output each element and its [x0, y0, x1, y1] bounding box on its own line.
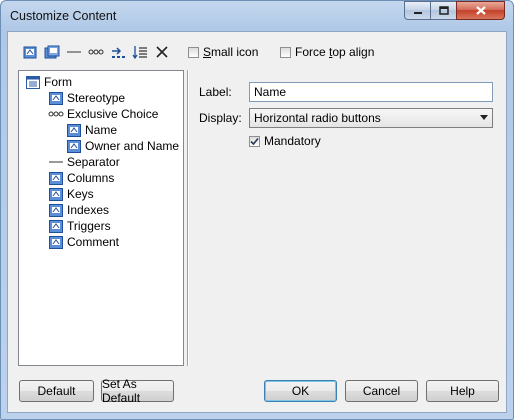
chevron-down-icon — [480, 115, 488, 120]
display-caption: Display: — [199, 111, 242, 125]
tree-item-owner-and-name[interactable]: Owner and Name — [66, 138, 179, 154]
minimize-icon — [413, 11, 422, 14]
set-as-default-button[interactable]: Set As Default — [101, 377, 174, 405]
tree-item-label: Stereotype — [67, 91, 126, 105]
delete-tool[interactable] — [152, 42, 172, 62]
attribute-icon — [48, 218, 64, 234]
add-separator-tool[interactable] — [64, 42, 84, 62]
attribute-icon — [48, 186, 64, 202]
cancel-button-label: Cancel — [362, 384, 401, 398]
ok-button[interactable]: OK — [264, 380, 337, 402]
small-icon-label: Small icon — [203, 45, 259, 59]
attribute-icon — [48, 90, 64, 106]
attribute-icon — [48, 170, 64, 186]
tree-item-exclusive-choice[interactable]: Exclusive Choice — [48, 106, 158, 122]
attribute-icon — [48, 234, 64, 250]
default-button[interactable]: Default — [19, 380, 94, 402]
mandatory-label: Mandatory — [264, 134, 321, 148]
small-icon-checkbox-box[interactable] — [188, 46, 199, 58]
label-caption: Label: — [199, 85, 232, 99]
force-top-align-checkbox-box[interactable] — [280, 46, 291, 58]
tree-item-label: Columns — [67, 171, 115, 185]
maximize-button[interactable] — [430, 1, 457, 20]
delete-icon — [156, 46, 168, 58]
separator-icon — [48, 154, 64, 170]
cancel-button[interactable]: Cancel — [345, 380, 418, 402]
force-top-align-label: Force top align — [295, 45, 375, 59]
tree-item-name[interactable]: Name — [66, 122, 117, 138]
mandatory-checkbox-box[interactable] — [249, 135, 260, 147]
minimize-button[interactable] — [404, 1, 431, 20]
tree-item-label: Name — [85, 123, 118, 137]
small-icon-checkbox[interactable]: Small icon — [188, 45, 258, 59]
exclusive-choice-icon — [88, 49, 104, 55]
tree-item-label: Triggers — [67, 219, 111, 233]
maximize-icon — [438, 6, 449, 15]
set-as-default-button-label: Set As Default — [102, 377, 141, 405]
force-top-align-checkbox[interactable]: Force top align — [280, 45, 374, 59]
tree-item-label: Keys — [67, 187, 94, 201]
tree-item-comment[interactable]: Comment — [48, 234, 119, 250]
label-input[interactable]: Name — [249, 82, 493, 102]
add-item-icon — [23, 46, 37, 59]
indent-tool[interactable] — [108, 42, 128, 62]
tree-item-label: Owner and Name — [85, 139, 180, 153]
attribute-icon — [66, 122, 82, 138]
sort-tool[interactable] — [130, 42, 150, 62]
splitter[interactable] — [187, 70, 189, 366]
attribute-icon — [48, 202, 64, 218]
exclusive-choice-icon — [48, 106, 64, 122]
tree-item-form[interactable]: Form — [25, 74, 72, 90]
sort-icon — [132, 46, 147, 60]
add-group-tool[interactable] — [42, 42, 62, 62]
close-icon — [475, 6, 486, 15]
separator-icon — [67, 51, 81, 53]
tree-item-triggers[interactable]: Triggers — [48, 218, 111, 234]
add-exclusive-choice-tool[interactable] — [86, 42, 106, 62]
dialog-body: Small icon Force top align Form Stereoty… — [7, 31, 507, 413]
dialog-window: Customize Content Small icon Force top a… — [0, 0, 514, 420]
content-tree[interactable]: Form Stereotype Exclusive Choice Name Ow… — [18, 70, 184, 366]
display-select[interactable]: Horizontal radio buttons — [249, 108, 493, 128]
tree-item-label: Comment — [67, 235, 120, 249]
form-icon — [25, 74, 41, 90]
mandatory-checkbox[interactable]: Mandatory — [249, 134, 321, 148]
tree-item-label: Exclusive Choice — [67, 107, 159, 121]
title-bar[interactable]: Customize Content — [1, 1, 513, 31]
move-right-icon — [112, 47, 125, 58]
tree-item-stereotype[interactable]: Stereotype — [48, 90, 125, 106]
checkmark-icon — [250, 137, 259, 145]
window-title: Customize Content — [10, 9, 117, 23]
tree-item-separator[interactable]: Separator — [48, 154, 120, 170]
close-button[interactable] — [456, 1, 505, 20]
add-item-tool[interactable] — [20, 42, 40, 62]
tree-item-label: Separator — [67, 155, 120, 169]
attribute-icon — [66, 138, 82, 154]
ok-button-label: OK — [291, 384, 310, 398]
tree-item-columns[interactable]: Columns — [48, 170, 114, 186]
add-group-icon — [44, 45, 60, 59]
tree-item-label: Form — [44, 75, 72, 89]
help-button[interactable]: Help — [426, 380, 499, 402]
tree-item-keys[interactable]: Keys — [48, 186, 94, 202]
tree-item-label: Indexes — [67, 203, 110, 217]
tree-item-indexes[interactable]: Indexes — [48, 202, 109, 218]
display-select-value: Horizontal radio buttons — [254, 111, 381, 125]
help-button-label: Help — [450, 384, 475, 398]
content-toolbar — [20, 42, 174, 62]
default-button-label: Default — [37, 384, 76, 398]
